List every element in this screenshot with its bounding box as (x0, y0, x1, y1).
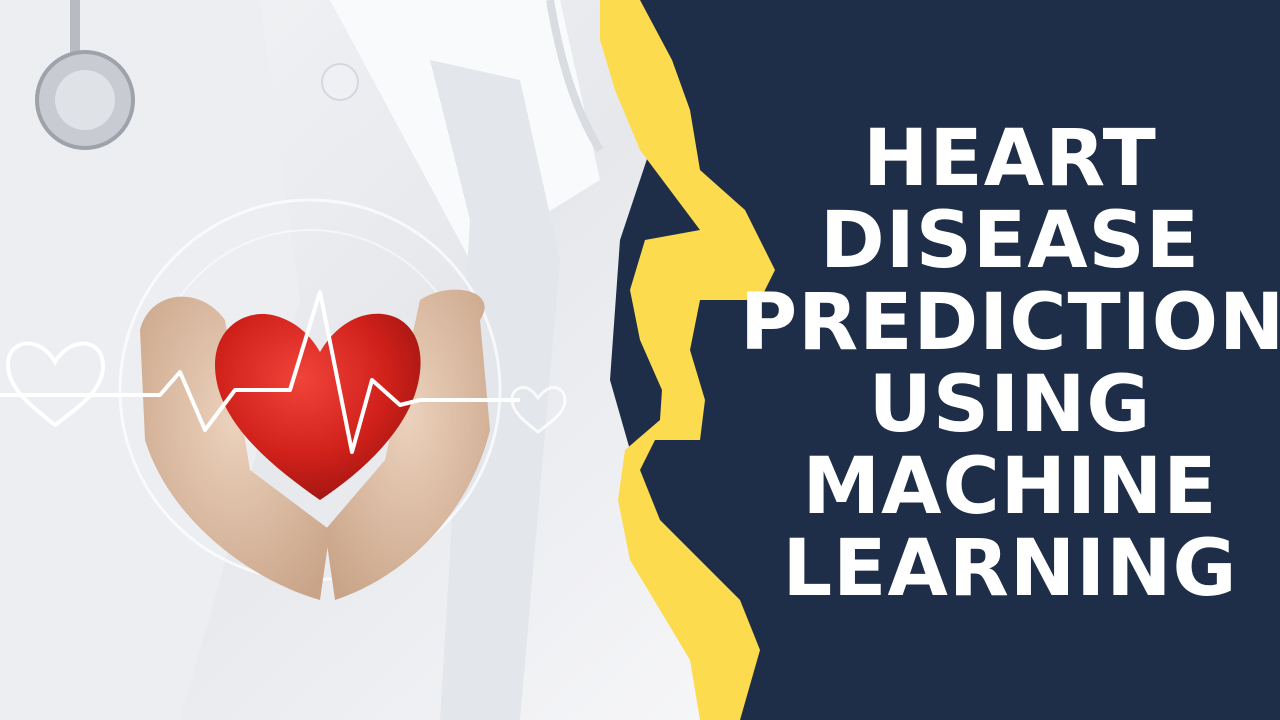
headline-line: PREDICTION (740, 278, 1280, 368)
headline-line: LEARNING (782, 524, 1238, 614)
headline-line: HEART (863, 114, 1157, 204)
coat-button-icon (321, 63, 359, 101)
headline-line: DISEASE (819, 196, 1201, 286)
thumbnail: HEART DISEASE PREDICTION USING MACHINE L… (0, 0, 1280, 720)
headline: HEART DISEASE PREDICTION USING MACHINE L… (740, 118, 1280, 610)
headline-line: MACHINE (802, 442, 1218, 532)
headline-line: USING (868, 360, 1152, 450)
